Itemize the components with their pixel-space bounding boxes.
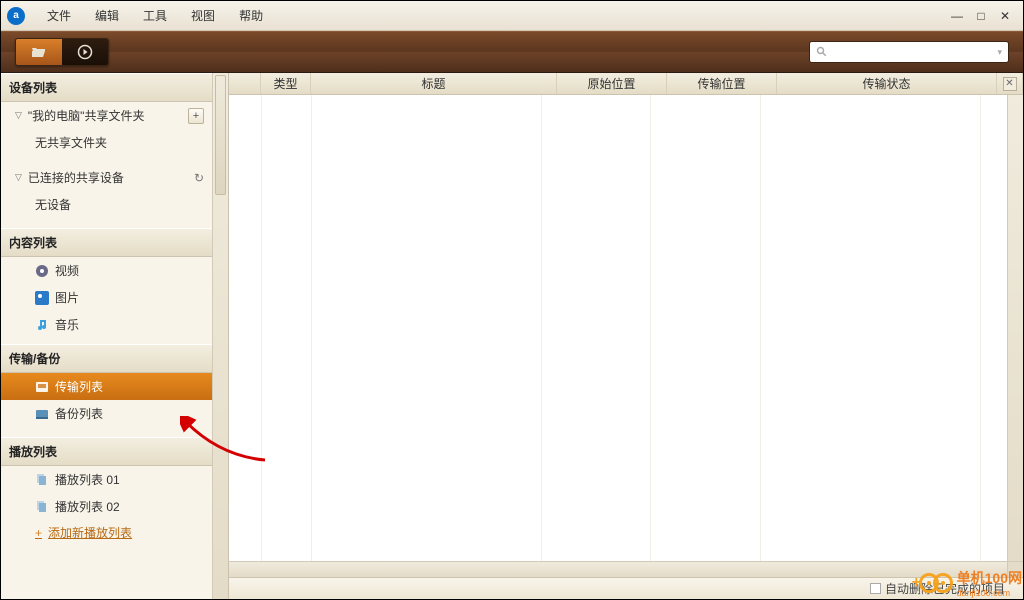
- sidebar-item-label: 视频: [55, 262, 79, 279]
- add-playlist-link[interactable]: + 添加新播放列表: [1, 520, 212, 545]
- playlist-icon: [35, 500, 49, 514]
- minimize-button[interactable]: —: [949, 9, 965, 23]
- sidebar-item-connected[interactable]: ▽ 已连接的共享设备 ↻: [1, 164, 212, 191]
- col-title[interactable]: 标题: [311, 73, 557, 94]
- watermark: 单机100网 danji100.com: [919, 568, 1022, 598]
- refresh-icon[interactable]: ↻: [194, 171, 204, 185]
- sidebar-item-backup-list[interactable]: 备份列表: [1, 400, 212, 427]
- sidebar-item-label: 播放列表 02: [55, 498, 120, 515]
- clear-icon: ✕: [1003, 77, 1017, 91]
- watermark-url: danji100.com: [957, 588, 1022, 598]
- sidebar-item-video[interactable]: 视频: [1, 257, 212, 284]
- menu-view[interactable]: 视图: [179, 3, 227, 28]
- footer-bar: 自动删除已完成的项目: [229, 577, 1023, 599]
- sidebar-item-label: 音乐: [55, 316, 79, 333]
- col-clear[interactable]: ✕: [997, 73, 1023, 94]
- sidebar-item-transfer-list[interactable]: 传输列表: [1, 373, 212, 400]
- autodelete-checkbox[interactable]: [870, 583, 881, 594]
- sidebar-item-label: 备份列表: [55, 405, 103, 422]
- main-panel: 类型 标题 原始位置 传输位置 传输状态 ✕ 自动删除已完成的项目: [229, 73, 1023, 599]
- tool-play[interactable]: [62, 39, 108, 65]
- music-icon: [35, 318, 49, 332]
- section-transfer: 传输/备份: [1, 344, 212, 373]
- plus-icon: +: [35, 526, 42, 540]
- sidebar-item-label: 无设备: [35, 196, 71, 213]
- grid-scrollbar-horizontal[interactable]: [229, 561, 1007, 577]
- sidebar-item-no-device: 无设备: [1, 191, 212, 218]
- section-content: 内容列表: [1, 228, 212, 257]
- menu-tools[interactable]: 工具: [131, 3, 179, 28]
- sidebar-item-playlist-1[interactable]: 播放列表 01: [1, 466, 212, 493]
- sidebar-item-playlist-2[interactable]: 播放列表 02: [1, 493, 212, 520]
- col-type[interactable]: 类型: [261, 73, 311, 94]
- watermark-brand: 单机100网: [957, 568, 1022, 588]
- app-icon: a: [7, 7, 25, 25]
- sidebar-item-label: 已连接的共享设备: [28, 169, 124, 186]
- toolbar: ▾: [1, 31, 1023, 73]
- menu-edit[interactable]: 编辑: [83, 3, 131, 28]
- sidebar-item-label: "我的电脑"共享文件夹: [28, 107, 145, 124]
- add-folder-button[interactable]: +: [188, 108, 204, 124]
- col-status[interactable]: 传输状态: [777, 73, 997, 94]
- sidebar-item-label: 播放列表 01: [55, 471, 120, 488]
- tool-open-folder[interactable]: [16, 39, 62, 65]
- video-icon: [35, 264, 49, 278]
- search-dropdown-icon[interactable]: ▾: [997, 47, 1002, 58]
- playlist-icon: [35, 473, 49, 487]
- search-input[interactable]: [832, 46, 997, 58]
- section-devices: 设备列表: [1, 73, 212, 102]
- play-circle-icon: [77, 44, 93, 60]
- sidebar-item-no-shared: 无共享文件夹: [1, 129, 212, 156]
- link-label: 添加新播放列表: [48, 524, 132, 541]
- grid-scrollbar-vertical[interactable]: [1007, 95, 1023, 561]
- close-button[interactable]: ✕: [997, 9, 1013, 23]
- search-icon: [816, 46, 828, 58]
- folder-open-icon: [31, 45, 47, 59]
- menu-help[interactable]: 帮助: [227, 3, 275, 28]
- col-index[interactable]: [229, 73, 261, 94]
- column-headers: 类型 标题 原始位置 传输位置 传输状态 ✕: [229, 73, 1023, 95]
- col-target[interactable]: 传输位置: [667, 73, 777, 94]
- sidebar-item-music[interactable]: 音乐: [1, 311, 212, 338]
- transfer-icon: [35, 380, 49, 394]
- sidebar-item-label: 传输列表: [55, 378, 103, 395]
- chevron-down-icon: ▽: [15, 172, 22, 183]
- sidebar-item-label: 图片: [55, 289, 79, 306]
- backup-icon: [35, 407, 49, 421]
- col-source[interactable]: 原始位置: [557, 73, 667, 94]
- photo-icon: [35, 291, 49, 305]
- search-box[interactable]: ▾: [809, 41, 1009, 63]
- chevron-down-icon: ▽: [15, 110, 22, 121]
- section-playlist: 播放列表: [1, 437, 212, 466]
- sidebar-item-mypc[interactable]: ▽ "我的电脑"共享文件夹 +: [1, 102, 212, 129]
- menubar: a 文件 编辑 工具 视图 帮助 — □ ✕: [1, 1, 1023, 31]
- sidebar: 设备列表 ▽ "我的电脑"共享文件夹 + 无共享文件夹 ▽ 已连接的共享设备 ↻…: [1, 73, 229, 599]
- menu-file[interactable]: 文件: [35, 3, 83, 28]
- sidebar-item-photo[interactable]: 图片: [1, 284, 212, 311]
- transfer-grid: [229, 95, 1023, 577]
- maximize-button[interactable]: □: [973, 9, 989, 23]
- sidebar-item-label: 无共享文件夹: [35, 134, 107, 151]
- sidebar-scrollbar[interactable]: [212, 73, 228, 599]
